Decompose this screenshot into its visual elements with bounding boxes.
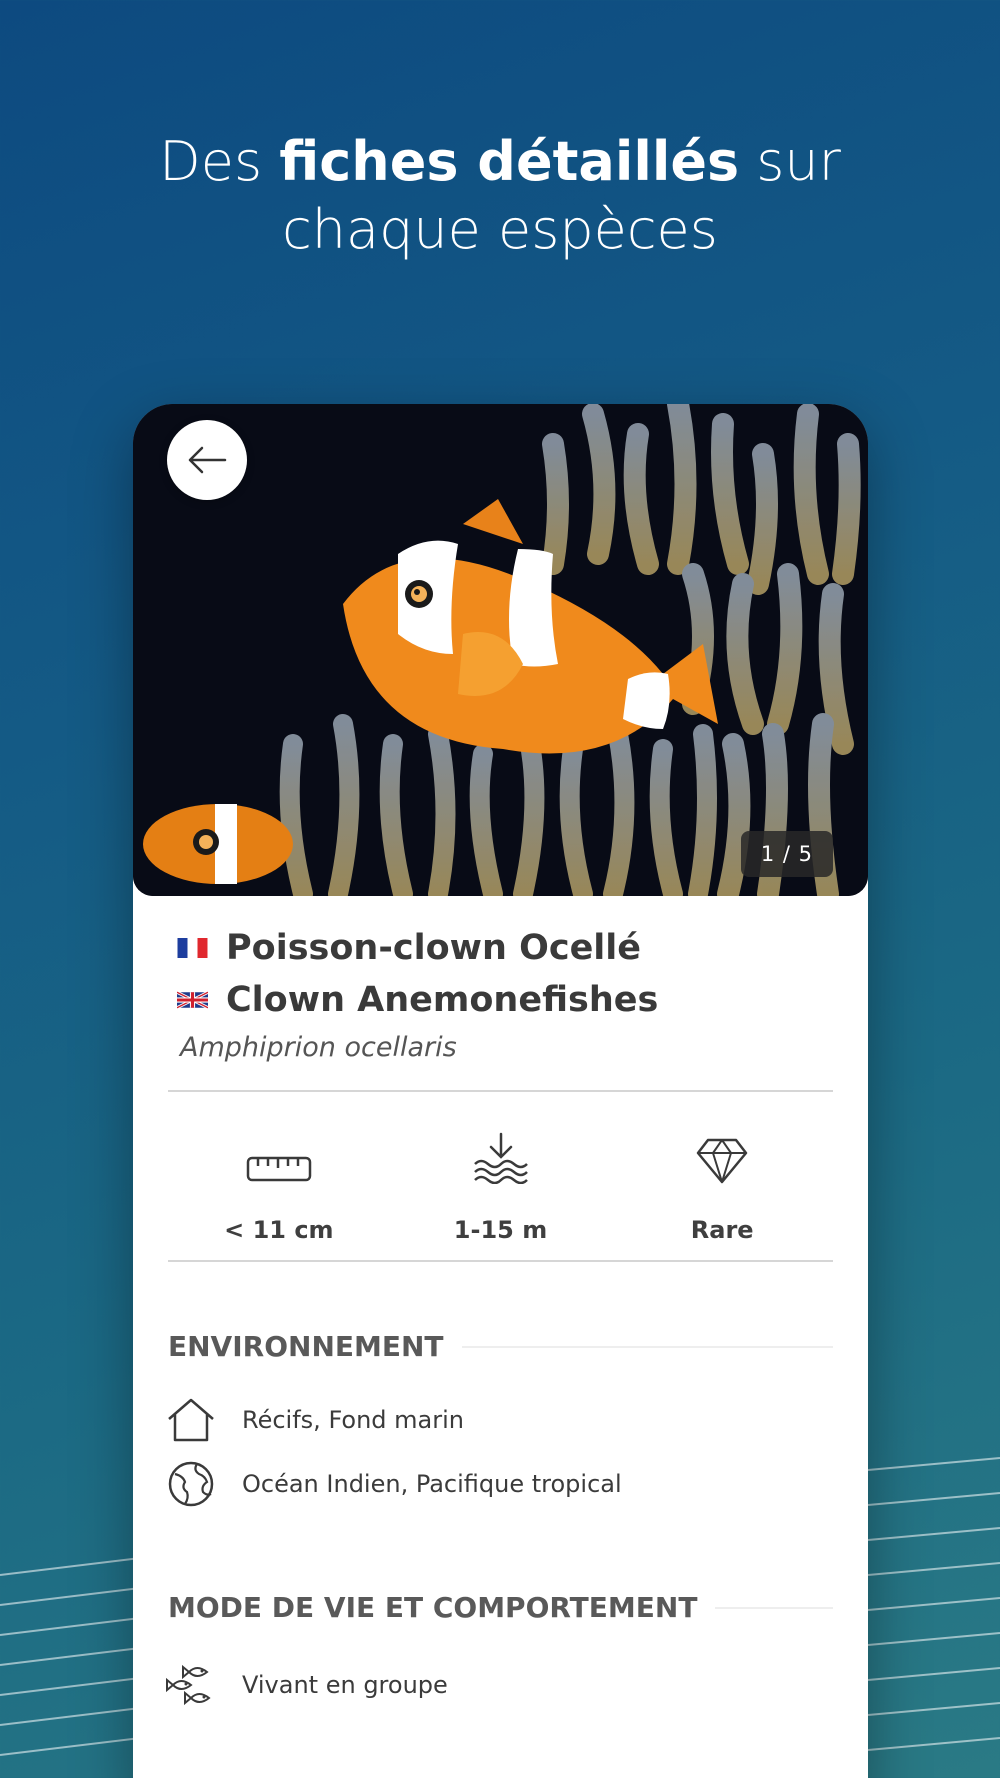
stat-rarity: Rare (611, 1122, 833, 1272)
behaviour-group-text: Vivant en groupe (242, 1671, 448, 1699)
behaviour-header: MODE DE VIE ET COMPORTEMENT (168, 1591, 833, 1624)
headline-bold: fiches détaillés (279, 130, 740, 193)
species-photo[interactable]: 1 / 5 (133, 404, 868, 896)
behaviour-title: MODE DE VIE ET COMPORTEMENT (168, 1591, 698, 1624)
environment-header: ENVIRONNEMENT (168, 1330, 833, 1363)
environment-region-text: Océan Indien, Pacifique tropical (242, 1470, 622, 1498)
stat-size-value: < 11 cm (224, 1216, 334, 1244)
species-names: Poisson-clown Ocellé Clown Anemonefishes… (177, 922, 658, 1063)
arrow-left-icon (188, 446, 227, 474)
stat-depth: 1-15 m (390, 1122, 612, 1272)
common-name-fr: Poisson-clown Ocellé (226, 928, 642, 968)
depth-icon (473, 1132, 528, 1184)
headline-line2: chaque espèces (282, 198, 718, 261)
clownfish-photo-illustration (133, 404, 868, 896)
french-flag-icon (177, 938, 208, 958)
divider-bottom (168, 1260, 833, 1262)
divider-top (168, 1090, 833, 1092)
behaviour-title-line (715, 1606, 833, 1609)
ruler-icon (246, 1156, 312, 1182)
environment-title-line (461, 1345, 833, 1348)
house-icon (168, 1398, 214, 1442)
photo-counter: 1 / 5 (740, 831, 833, 877)
headline: Des fiches détaillés sur chaque espèces (0, 128, 1000, 264)
name-row-en: Clown Anemonefishes (177, 974, 658, 1026)
environment-title: ENVIRONNEMENT (168, 1330, 444, 1363)
environment-item-habitat: Récifs, Fond marin (165, 1394, 464, 1446)
globe-icon (168, 1461, 214, 1507)
diamond-icon (696, 1138, 748, 1184)
common-name-en: Clown Anemonefishes (226, 980, 659, 1020)
stat-depth-value: 1-15 m (453, 1216, 548, 1244)
headline-part2: sur (739, 130, 841, 193)
name-row-fr: Poisson-clown Ocellé (177, 922, 658, 974)
back-button[interactable] (167, 420, 247, 500)
environment-habitat-text: Récifs, Fond marin (242, 1406, 464, 1434)
stat-rarity-value: Rare (690, 1216, 754, 1244)
latin-name: Amphiprion ocellaris (180, 1032, 457, 1063)
species-card: 1 / 5 Poisson-clown Ocellé Clown Anemone… (133, 404, 868, 1778)
uk-flag-icon (177, 990, 208, 1010)
stat-size: < 11 cm (168, 1122, 390, 1272)
species-stats: < 11 cm 1-15 m Rare (168, 1122, 833, 1272)
headline-part1: Des (159, 130, 280, 193)
environment-item-region: Océan Indien, Pacifique tropical (165, 1458, 622, 1510)
fish-group-icon (166, 1664, 211, 1706)
behaviour-item-group: Vivant en groupe (165, 1659, 448, 1711)
